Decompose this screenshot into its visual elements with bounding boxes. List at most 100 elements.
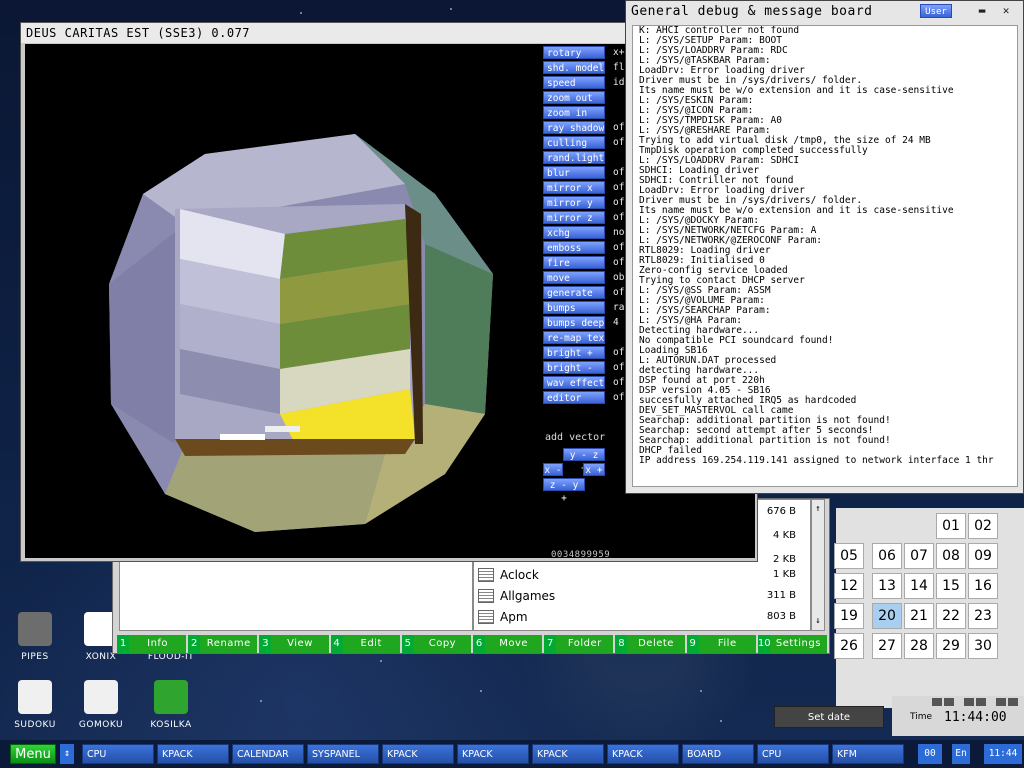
calendar-day[interactable]: 06	[872, 543, 902, 569]
demo-option-button[interactable]: mirror z	[543, 211, 605, 224]
time-spin-seconds[interactable]	[996, 698, 1006, 706]
fkey-rename-button[interactable]: 2 Rename	[188, 635, 258, 653]
calendar-day[interactable]: 09	[968, 543, 998, 569]
demo-option-button[interactable]: ray shadow	[543, 121, 605, 134]
calendar-day[interactable]: 15	[936, 573, 966, 599]
desktop-icon[interactable]: GOMOKU	[66, 680, 136, 730]
calendar-day[interactable]: 07	[904, 543, 934, 569]
demo-option-button[interactable]: culling	[543, 136, 605, 149]
vector-z-y-button[interactable]: z - y +	[543, 478, 585, 504]
window-title[interactable]: General debug & message board	[626, 1, 1023, 23]
demo-option-button[interactable]: blur	[543, 166, 605, 179]
taskbar-task-kpack[interactable]: KPACK	[607, 744, 679, 764]
demo-option-button[interactable]: rand.light	[543, 151, 605, 164]
fkey-folder-button[interactable]: 7 Folder	[544, 635, 614, 653]
user-button[interactable]: User	[920, 4, 952, 18]
demo-option-button[interactable]: move	[543, 271, 605, 284]
vector-x-minus-button[interactable]: x -	[543, 463, 563, 476]
calendar-day[interactable]: 30	[968, 633, 998, 659]
scroll-up-button[interactable]: ↑	[812, 502, 824, 516]
page-indicator[interactable]: 00	[918, 744, 942, 764]
taskbar-task-cpu[interactable]: CPU	[82, 744, 154, 764]
fkey-settings-button[interactable]: 10 Settings	[757, 635, 828, 653]
file-row[interactable]: Allgames 311 B	[474, 586, 810, 607]
calendar-day[interactable]: 21	[904, 603, 934, 629]
vector-x-plus-button[interactable]: x +	[583, 463, 605, 476]
taskbar-task-kpack[interactable]: KPACK	[382, 744, 454, 764]
menu-button[interactable]: Menu	[10, 744, 56, 764]
demo-option-button[interactable]: rotary	[543, 46, 605, 59]
calendar-day[interactable]: 19	[834, 603, 864, 629]
file-scrollbar[interactable]: ↑ ↓	[811, 499, 825, 631]
vector-y-z-button[interactable]: y - z +	[563, 448, 605, 474]
calendar-day[interactable]: 22	[936, 603, 966, 629]
demo-option-button[interactable]: bumps deep	[543, 316, 605, 329]
scroll-down-button[interactable]: ↓	[812, 614, 824, 628]
taskbar-task-kpack[interactable]: KPACK	[457, 744, 529, 764]
demo-option-button[interactable]: bumps	[543, 301, 605, 314]
calendar-day[interactable]: 29	[936, 633, 966, 659]
calendar-day[interactable]: 02	[968, 513, 998, 539]
calendar-day[interactable]: 14	[904, 573, 934, 599]
demo-option-button[interactable]: speed	[543, 76, 605, 89]
file-name: Aclock	[500, 568, 539, 582]
calendar-day[interactable]: 23	[968, 603, 998, 629]
language-indicator[interactable]: En	[952, 744, 970, 764]
taskbar-task-cpu[interactable]: CPU	[757, 744, 829, 764]
desktop-icon[interactable]: KOSILKA	[136, 680, 206, 730]
fkey-edit-button[interactable]: 4 Edit	[330, 635, 400, 653]
fkey-copy-button[interactable]: 5 Copy	[401, 635, 472, 653]
demo-option-button[interactable]: wav effect	[543, 376, 605, 389]
time-spin-minutes-2[interactable]	[976, 698, 986, 706]
time-spin-seconds-2[interactable]	[1008, 698, 1018, 706]
set-date-button[interactable]: Set date	[774, 706, 884, 728]
demo-option-button[interactable]: emboss	[543, 241, 605, 254]
time-value[interactable]: 11:44:00	[944, 710, 1007, 725]
file-row[interactable]: Aclock 1 KB	[474, 565, 810, 586]
fkey-info-button[interactable]: 1 Info	[117, 635, 187, 653]
calendar-day[interactable]: 20	[872, 603, 902, 629]
calendar-day[interactable]: 27	[872, 633, 902, 659]
desktop-icon[interactable]: SUDOKU	[0, 680, 70, 730]
desktop-icon[interactable]: PIPES	[0, 612, 70, 662]
demo-option-button[interactable]: shd. model	[543, 61, 605, 74]
demo-option-button[interactable]: xchg	[543, 226, 605, 239]
calendar-day[interactable]: 08	[936, 543, 966, 569]
calendar-day[interactable]: 13	[872, 573, 902, 599]
calendar-day[interactable]: 05	[834, 543, 864, 569]
demo-option-button[interactable]: bright -	[543, 361, 605, 374]
swap-icon[interactable]: ↕	[60, 744, 74, 764]
taskbar-task-kpack[interactable]: KPACK	[532, 744, 604, 764]
demo-option-button[interactable]: editor	[543, 391, 605, 404]
demo-option-button[interactable]: generate	[543, 286, 605, 299]
calendar-day[interactable]: 26	[834, 633, 864, 659]
taskbar-task-kfm[interactable]: KFM	[832, 744, 904, 764]
minimize-icon[interactable]: ▬	[974, 3, 990, 19]
fkey-move-button[interactable]: 6 Move	[473, 635, 543, 653]
taskbar-task-calendar[interactable]: CALENDAR	[232, 744, 304, 764]
demo-option-button[interactable]: zoom in	[543, 106, 605, 119]
time-spin-hours[interactable]	[932, 698, 942, 706]
time-spin-hours-2[interactable]	[944, 698, 954, 706]
calendar-day[interactable]: 28	[904, 633, 934, 659]
taskbar-task-syspanel[interactable]: SYSPANEL	[307, 744, 379, 764]
debug-log[interactable]: K: AHCI controller not found L: /SYS/SETU…	[632, 25, 1018, 487]
taskbar-task-board[interactable]: BOARD	[682, 744, 754, 764]
close-icon[interactable]: ✕	[998, 3, 1014, 19]
demo-option-button[interactable]: mirror y	[543, 196, 605, 209]
fkey-delete-button[interactable]: 8 Delete	[615, 635, 685, 653]
time-spin-minutes[interactable]	[964, 698, 974, 706]
taskbar-task-kpack[interactable]: KPACK	[157, 744, 229, 764]
calendar-day[interactable]: 12	[834, 573, 864, 599]
fkey-view-button[interactable]: 3 View	[259, 635, 329, 653]
demo-option-button[interactable]: re-map tex	[543, 331, 605, 344]
demo-option-button[interactable]: fire	[543, 256, 605, 269]
calendar-day[interactable]: 16	[968, 573, 998, 599]
demo-option-button[interactable]: mirror x	[543, 181, 605, 194]
calendar-day[interactable]: 01	[936, 513, 966, 539]
demo-option-button[interactable]: bright +	[543, 346, 605, 359]
file-panel-left[interactable]	[119, 561, 473, 631]
fkey-file-button[interactable]: 9 File	[686, 635, 756, 653]
file-row[interactable]: Apm 803 B	[474, 607, 810, 628]
demo-option-button[interactable]: zoom out	[543, 91, 605, 104]
